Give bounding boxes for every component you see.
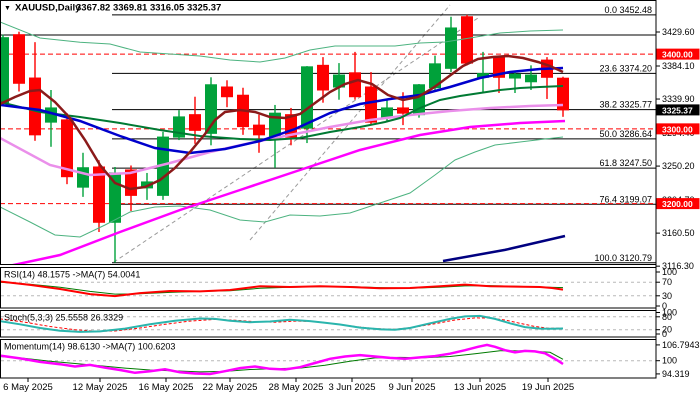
momentum-axis-label: 94.319 bbox=[662, 369, 690, 379]
candle-bear[interactable] bbox=[190, 115, 201, 131]
candle-bear[interactable] bbox=[366, 87, 377, 122]
momentum-axis-label: 106.7943 bbox=[662, 340, 700, 350]
fib-level-label: 61.8 3247.50 bbox=[599, 158, 652, 168]
date-label[interactable]: 3 Jun 2025 bbox=[328, 382, 375, 393]
price-tick-label: 3250.20 bbox=[662, 161, 695, 171]
candle-bear[interactable] bbox=[14, 35, 25, 84]
rsi-axis-label: 100 bbox=[662, 267, 677, 277]
price-tick-label: 3339.90 bbox=[662, 94, 695, 104]
candle-bear[interactable] bbox=[30, 78, 41, 135]
candle-bear[interactable] bbox=[254, 125, 265, 135]
rsi-axis-label: 70 bbox=[662, 277, 672, 287]
candle-bear[interactable] bbox=[398, 108, 409, 113]
candle-bull[interactable] bbox=[110, 173, 121, 222]
ohlc-values: 3367.82 3369.81 3316.05 3325.37 bbox=[76, 3, 221, 14]
candle-bull[interactable] bbox=[526, 75, 537, 82]
stoch-axis-label: 80 bbox=[662, 312, 672, 322]
date-label[interactable]: 22 May 2025 bbox=[203, 382, 258, 393]
date-label[interactable]: 28 May 2025 bbox=[269, 382, 324, 393]
candle-bull[interactable] bbox=[446, 28, 457, 68]
price-tick-label: 3429.60 bbox=[662, 27, 695, 37]
candle-bear[interactable] bbox=[222, 87, 233, 97]
candle-bear[interactable] bbox=[318, 65, 329, 90]
price-tick-label: 3160.50 bbox=[662, 228, 695, 238]
price-tick-label: 3384.10 bbox=[662, 61, 695, 71]
date-label[interactable]: 13 Jun 2025 bbox=[454, 382, 506, 393]
candle-bull[interactable] bbox=[302, 67, 313, 128]
chart-canvas[interactable]: 0.0 3452.48 23.6 3374.20 38.2 3325.77 50.0 … bbox=[0, 0, 700, 400]
candle-bear[interactable] bbox=[462, 17, 473, 63]
chart-title: XAUUSD,Daily bbox=[15, 3, 81, 14]
stoch-label: Stoch(5,3,3) 25.5558 26.3329 bbox=[4, 313, 123, 323]
price-badge-label: 3400.00 bbox=[662, 50, 693, 60]
fib-level-label: 0.0 3452.48 bbox=[604, 5, 652, 15]
date-label[interactable]: 16 May 2025 bbox=[139, 382, 194, 393]
price-badge-label: 3200.00 bbox=[662, 199, 693, 209]
candle-bull[interactable] bbox=[78, 168, 89, 187]
date-label[interactable]: 6 May 2025 bbox=[3, 382, 53, 393]
mt4-chart-window: 0.0 3452.48 23.6 3374.20 38.2 3325.77 50.0 … bbox=[0, 0, 700, 400]
date-label[interactable]: 12 May 2025 bbox=[73, 382, 128, 393]
fib-level-label: 76.4 3199.07 bbox=[599, 194, 652, 204]
chart-title-row: ▼ XAUUSD,Daily3367.82 3369.81 3316.05 332… bbox=[4, 3, 221, 14]
stoch-axis-label: 0 bbox=[662, 329, 667, 339]
momentum-label: Momentum(14) 98.6130 ->MA(7) 100.6203 bbox=[4, 342, 175, 352]
rsi-label: RSI(14) 48.1575 ->MA(7) 54.0041 bbox=[4, 270, 140, 280]
fib-level-label: 100.0 3120.79 bbox=[594, 253, 652, 263]
fib-level-label: 23.6 3374.20 bbox=[599, 63, 652, 73]
candle-bear[interactable] bbox=[350, 73, 361, 97]
rsi-axis-label: 30 bbox=[662, 291, 672, 301]
price-badge-label: 3325.37 bbox=[662, 105, 693, 115]
symbol-dropdown-icon[interactable]: ▼ bbox=[4, 5, 11, 12]
candle-bull[interactable] bbox=[0, 38, 9, 103]
date-label[interactable]: 9 Jun 2025 bbox=[388, 382, 435, 393]
fib-level-label: 50.0 3286.64 bbox=[599, 129, 652, 139]
fib-level-label: 38.2 3325.77 bbox=[599, 100, 652, 110]
date-label[interactable]: 19 Jun 2025 bbox=[522, 382, 574, 393]
candle-bull[interactable] bbox=[510, 74, 521, 78]
price-badge-label: 3300.00 bbox=[662, 124, 693, 134]
momentum-axis-label: 100 bbox=[662, 356, 677, 366]
